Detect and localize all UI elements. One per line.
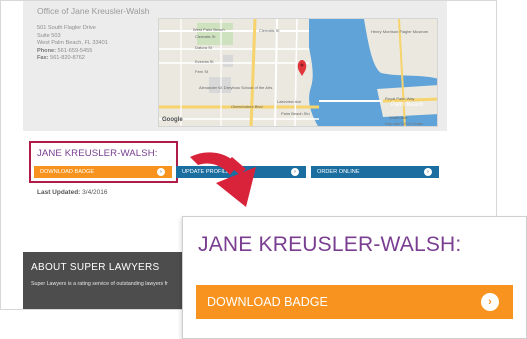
chevron-right-icon: ›: [424, 168, 432, 176]
lawyer-name: JANE KREUSLER-WALSH:: [37, 148, 158, 159]
office-panel: Office of Jane Kreusler-Walsh 501 South …: [23, 1, 447, 131]
fax-number: 561-820-8762: [50, 55, 85, 62]
map-label-palm-beach: Palm Beach: [391, 102, 424, 108]
address-line-1: 501 South Flagler Drive: [37, 25, 96, 31]
fax-row: Fax: 561-820-8762: [37, 55, 108, 63]
download-badge-label-zoomed: DOWNLOAD BADGE: [207, 295, 328, 309]
phone-row: Phone: 561-659-5455: [37, 48, 108, 56]
about-section: ABOUT SUPER LAWYERS Super Lawyers is a r…: [23, 252, 198, 309]
google-logo[interactable]: Google: [162, 117, 183, 123]
map-label-flagler: Henry Morrison Flagler Museum: [371, 29, 429, 34]
chevron-right-icon: ›: [291, 168, 299, 176]
address-block: 501 South Flagler Drive Suite 503 West P…: [37, 25, 108, 63]
map-label-school: Alexander W. Dreyfoos School of the Arts: [199, 85, 273, 90]
download-badge-label: DOWNLOAD BADGE: [40, 169, 95, 175]
about-text: Super Lawyers is a rating service of out…: [31, 281, 168, 287]
map-label-datura: Datura St: [195, 45, 212, 50]
phone-number[interactable]: 561-659-5455: [58, 48, 93, 54]
office-map[interactable]: West Palm Beach Clematis St Clematis St …: [158, 18, 438, 127]
order-online-label: ORDER ONLINE: [317, 169, 360, 175]
address-line-3: West Palm Beach, FL 33401: [37, 40, 108, 47]
order-online-button[interactable]: ORDER ONLINE ›: [311, 166, 439, 178]
last-updated: Last Updated: 3/4/2016: [37, 189, 107, 196]
chevron-right-icon: ›: [481, 293, 499, 311]
download-badge-button-zoomed[interactable]: DOWNLOAD BADGE ›: [196, 285, 513, 319]
curved-arrow-icon: [190, 152, 256, 207]
last-updated-value: 3/4/2016: [82, 189, 108, 196]
chevron-right-icon: ›: [157, 168, 165, 176]
map-label-okeechobee: Okeechobee Blvd: [231, 104, 263, 109]
lawyer-name-zoomed: JANE KREUSLER-WALSH:: [198, 233, 462, 256]
map-copyright: Map data ©2016 Google: [385, 122, 424, 126]
map-label-clematis: Clematis St: [259, 28, 280, 33]
map-label-fern: Fern St: [195, 69, 209, 74]
about-title: ABOUT SUPER LAWYERS: [31, 262, 160, 273]
zoom-panel: JANE KREUSLER-WALSH: DOWNLOAD BADGE ›: [182, 216, 527, 339]
phone-label: Phone:: [37, 47, 56, 54]
address-line-2: Suite 503: [37, 32, 61, 39]
last-updated-label: Last Updated:: [37, 189, 81, 196]
map-label-lakeview: Lakeview Ave: [277, 99, 302, 104]
map-label-city: West Palm Beach: [193, 27, 225, 32]
map-label-evernia: Evernia St: [195, 59, 214, 64]
download-badge-button[interactable]: DOWNLOAD BADGE ›: [34, 166, 172, 178]
map-label-royal-palm: Royal Palm Way: [385, 96, 415, 101]
fax-label: Fax:: [37, 55, 49, 62]
office-title: Office of Jane Kreusler-Walsh: [37, 6, 150, 16]
map-label-clematis-2: Clematis St: [195, 34, 216, 39]
map-label-worth-ave: Worth Ave: [389, 115, 408, 120]
map-label-station: Palm Beach Stn: [281, 111, 310, 116]
